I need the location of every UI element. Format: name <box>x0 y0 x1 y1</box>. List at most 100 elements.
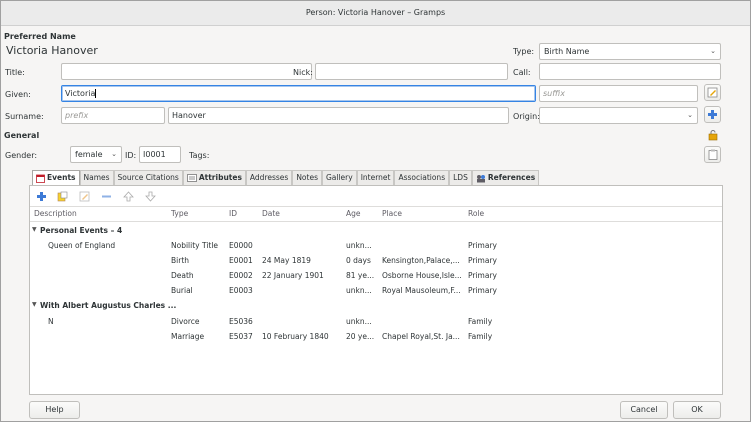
column-role[interactable]: Role <box>468 209 484 218</box>
events-icon <box>36 174 45 183</box>
tab-associations[interactable]: Associations <box>394 170 450 185</box>
display-name: Victoria Hanover <box>6 44 98 57</box>
expander-icon[interactable]: ▼ <box>32 226 37 233</box>
origin-combo[interactable]: ⌄ <box>539 107 698 124</box>
id-label: ID: <box>125 151 137 160</box>
table-row[interactable]: Queen of England Nobility Title E0000 un… <box>30 238 722 253</box>
editor-tabs: Events Names Source Citations Attributes… <box>32 170 540 185</box>
remove-event-button[interactable] <box>99 189 113 203</box>
given-name-field[interactable]: Victoria <box>61 85 536 102</box>
suffix-field[interactable]: suffix <box>539 85 698 102</box>
title-field[interactable] <box>61 63 312 80</box>
name-type-value: Birth Name <box>544 47 590 56</box>
cell-age: unkn... <box>346 317 372 326</box>
references-icon <box>476 174 485 182</box>
table-row[interactable]: Birth E0001 24 May 1819 0 days Kensingto… <box>30 253 722 268</box>
table-row[interactable]: Burial E0003 unkn... Royal Mausoleum,F..… <box>30 283 722 298</box>
type-label: Type: <box>513 47 535 56</box>
add-event-button[interactable] <box>34 189 48 203</box>
column-date[interactable]: Date <box>262 209 280 218</box>
column-age[interactable]: Age <box>346 209 361 218</box>
group-label: Personal Events – 4 <box>40 226 123 235</box>
tab-gallery[interactable]: Gallery <box>321 170 357 185</box>
chevron-down-icon: ⌄ <box>111 150 117 158</box>
group-row-personal-events[interactable]: ▼ Personal Events – 4 <box>30 223 722 238</box>
surname-field[interactable]: Hanover <box>168 107 509 124</box>
arrow-down-icon <box>144 191 156 202</box>
expander-icon[interactable]: ▼ <box>32 301 37 308</box>
column-type[interactable]: Type <box>171 209 188 218</box>
prefix-placeholder: prefix <box>65 111 89 120</box>
call-label: Call: <box>513 68 531 77</box>
private-lock-icon[interactable] <box>707 129 719 141</box>
cell-age: 81 ye... <box>346 271 375 280</box>
name-type-combo[interactable]: Birth Name ⌄ <box>539 43 721 60</box>
edit-event-button[interactable] <box>77 189 91 203</box>
table-row[interactable]: N Divorce E5036 unkn... Family <box>30 314 722 329</box>
edit-tags-button[interactable] <box>704 146 721 163</box>
chevron-down-icon: ⌄ <box>687 111 693 119</box>
nick-field[interactable] <box>315 63 508 80</box>
tab-notes-label: Notes <box>296 173 318 182</box>
group-row-family-events[interactable]: ▼ With Albert Augustus Charles ... <box>30 298 722 313</box>
tab-attributes-label: Attributes <box>198 173 242 182</box>
cell-age: 0 days <box>346 256 371 265</box>
surname-label: Surname: <box>5 112 44 121</box>
cell-age: unkn... <box>346 286 372 295</box>
share-event-icon <box>57 191 67 201</box>
tab-lds[interactable]: LDS <box>449 170 472 185</box>
id-field[interactable]: I0001 <box>139 146 181 163</box>
move-down-button[interactable] <box>143 189 157 203</box>
cell-type: Death <box>171 271 194 280</box>
origin-label: Origin: <box>513 112 540 121</box>
given-name-value: Victoria <box>65 89 96 98</box>
cell-role: Primary <box>468 256 497 265</box>
nick-label: Nick: <box>293 68 313 77</box>
events-table-header: Description Type ID Date Age Place Role <box>30 207 722 222</box>
tab-references-label: References <box>487 173 536 182</box>
move-up-button[interactable] <box>121 189 135 203</box>
cell-age: 20 ye... <box>346 332 375 341</box>
cell-type: Birth <box>171 256 190 265</box>
given-label: Given: <box>5 90 31 99</box>
help-button[interactable]: Help <box>29 401 80 419</box>
edit-name-button[interactable] <box>704 84 721 101</box>
tab-internet-label: Internet <box>360 173 391 182</box>
cell-id: E0002 <box>229 271 253 280</box>
group-label: With Albert Augustus Charles ... <box>40 301 177 310</box>
cell-id: E0003 <box>229 286 253 295</box>
cell-role: Primary <box>468 241 497 250</box>
column-id[interactable]: ID <box>229 209 237 218</box>
cell-date: 22 January 1901 <box>262 271 324 280</box>
cell-role: Family <box>468 317 493 326</box>
table-row[interactable]: Marriage E5037 10 February 1840 20 ye...… <box>30 329 722 344</box>
call-field[interactable] <box>539 63 721 80</box>
tab-events[interactable]: Events <box>32 170 80 185</box>
tab-gallery-label: Gallery <box>325 173 353 182</box>
tab-names-label: Names <box>83 173 110 182</box>
share-event-button[interactable] <box>55 189 69 203</box>
cell-age: unkn... <box>346 241 372 250</box>
column-description[interactable]: Description <box>34 209 77 218</box>
add-surname-button[interactable] <box>704 106 721 123</box>
tab-source-citations[interactable]: Source Citations <box>113 170 183 185</box>
tab-notes[interactable]: Notes <box>292 170 322 185</box>
tab-attributes[interactable]: Attributes <box>182 170 246 185</box>
edit-pencil-icon <box>707 87 718 98</box>
tab-internet[interactable]: Internet <box>356 170 395 185</box>
cell-date: 24 May 1819 <box>262 256 311 265</box>
tab-lds-label: LDS <box>453 173 468 182</box>
surname-prefix-field[interactable]: prefix <box>61 107 165 124</box>
tab-references[interactable]: References <box>471 170 540 185</box>
gender-label: Gender: <box>5 151 38 160</box>
tab-associations-label: Associations <box>398 173 446 182</box>
table-row[interactable]: Death E0002 22 January 1901 81 ye... Osb… <box>30 268 722 283</box>
add-icon <box>708 110 717 119</box>
cancel-button[interactable]: Cancel <box>620 401 668 419</box>
tab-names[interactable]: Names <box>79 170 114 185</box>
cell-role: Family <box>468 332 493 341</box>
ok-button[interactable]: OK <box>673 401 721 419</box>
gender-combo[interactable]: female ⌄ <box>70 146 122 163</box>
column-place[interactable]: Place <box>382 209 402 218</box>
tab-addresses[interactable]: Addresses <box>245 170 293 185</box>
